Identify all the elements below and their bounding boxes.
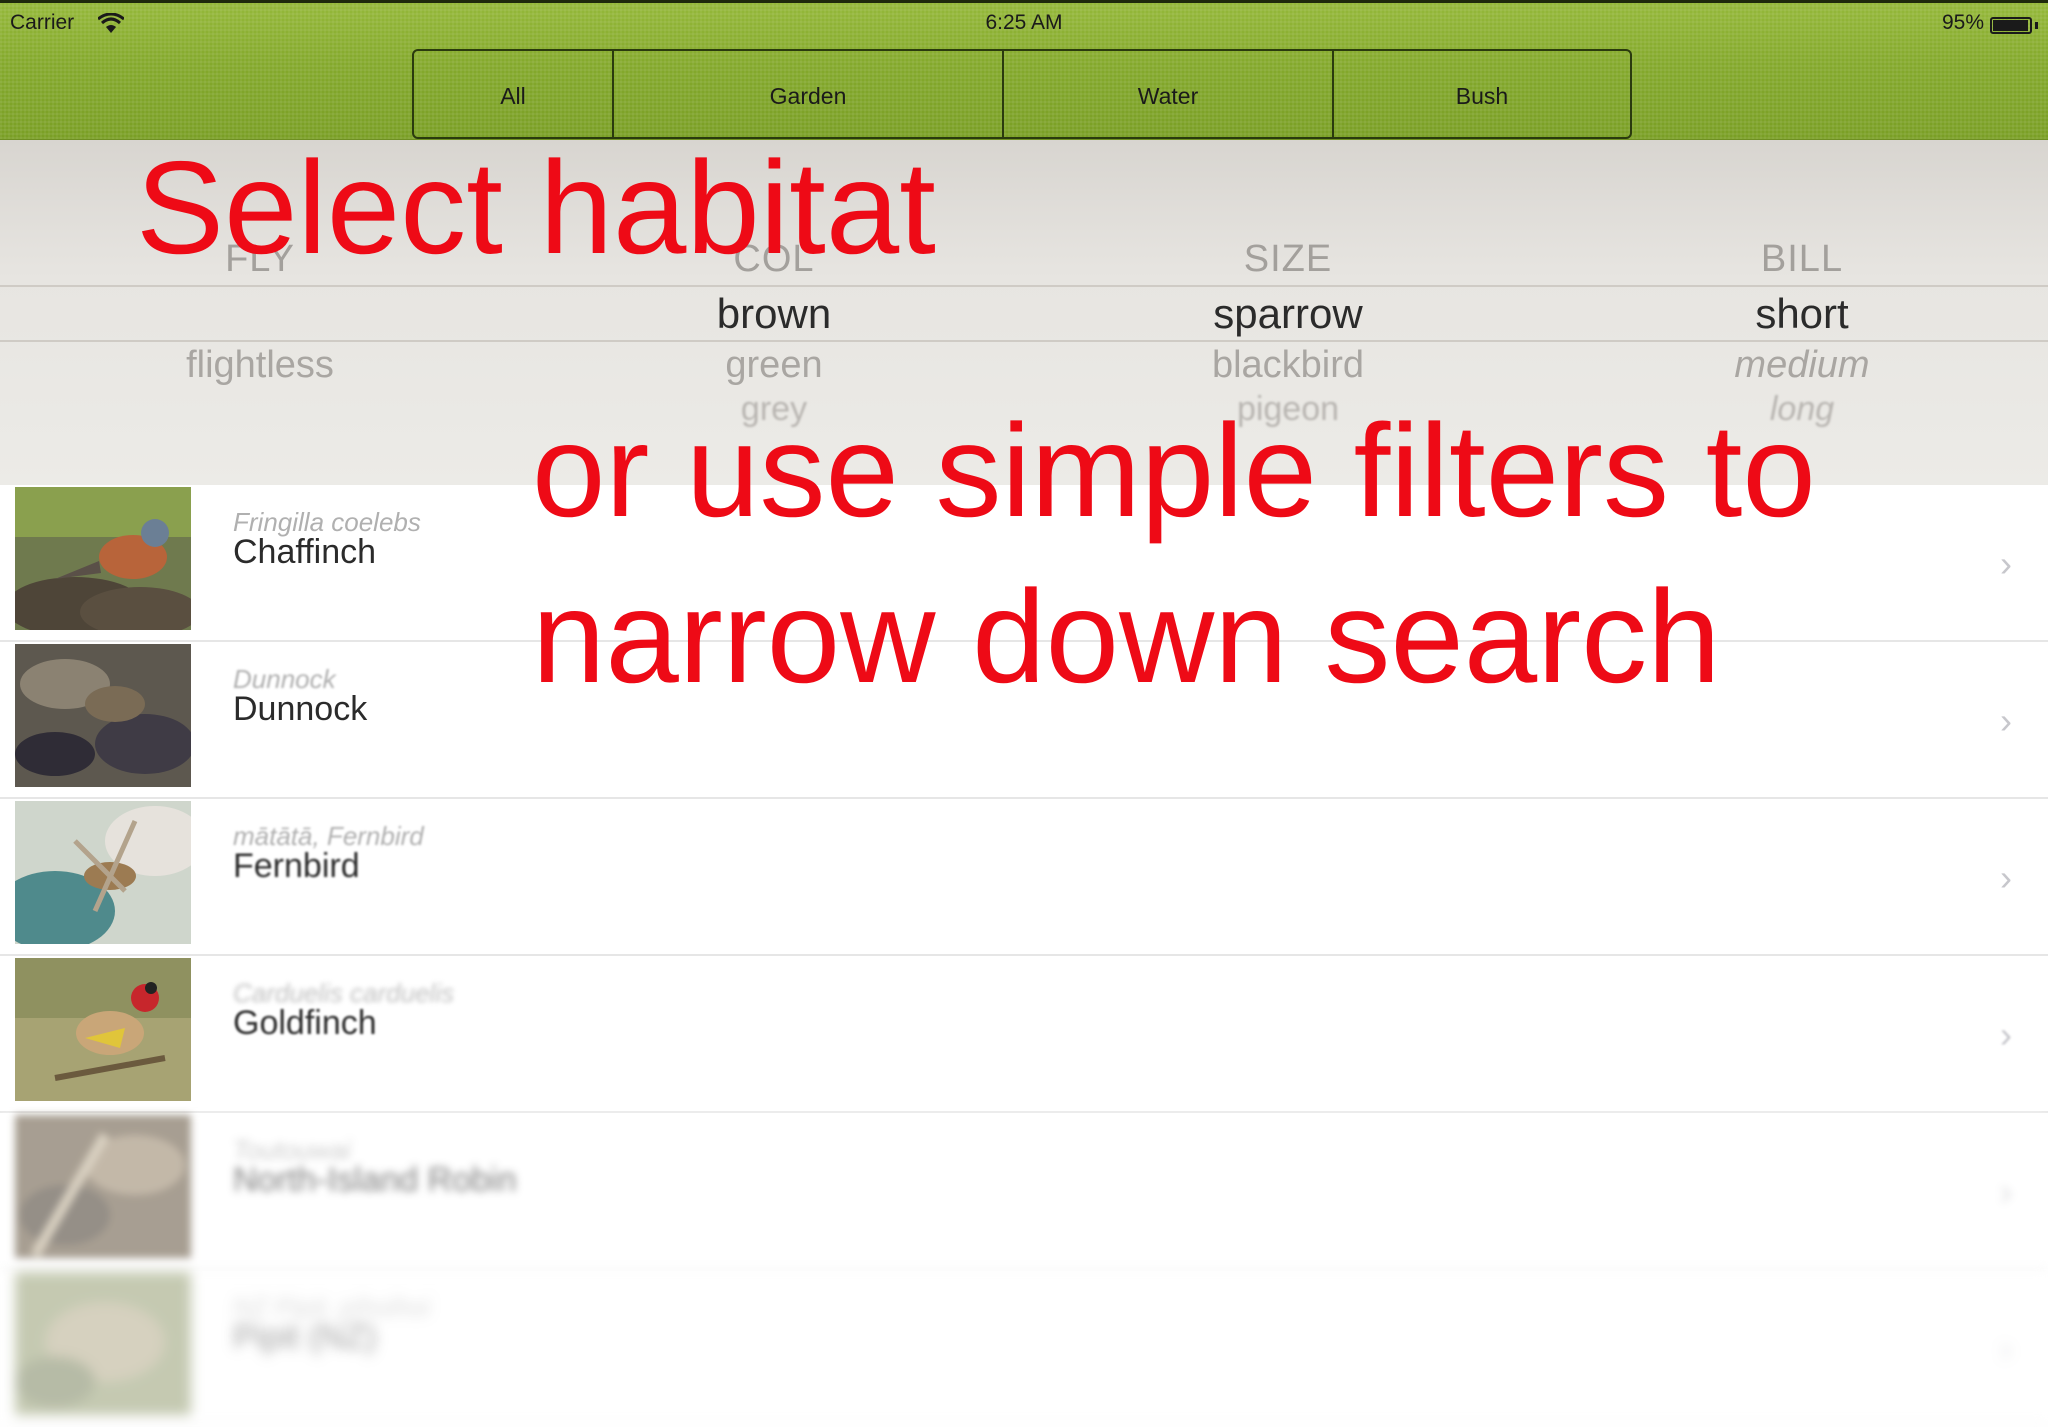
bird-common-name: Dunnock xyxy=(233,690,368,728)
filter-header-bill: BILL xyxy=(1760,238,1844,280)
list-item[interactable]: Carduelis carduelis Goldfinch › xyxy=(0,956,2048,1113)
chevron-right-icon: › xyxy=(2000,1328,2012,1369)
tab-all[interactable]: All xyxy=(414,51,614,137)
bird-common-name: Chaffinch xyxy=(233,533,377,571)
filter-option[interactable]: blackbird xyxy=(1088,344,1488,387)
bird-thumbnail xyxy=(15,801,191,944)
clock-label: 6:25 AM xyxy=(985,11,1063,34)
bird-common-name: Fernbird xyxy=(233,847,360,885)
list-item[interactable]: NZ Pipit, pihoihoi Pipit (NZ) › xyxy=(0,1270,2048,1427)
chevron-right-icon: › xyxy=(2000,1171,2012,1212)
overlay-caption-line: or use simple filters to xyxy=(532,397,1816,544)
overlay-caption-line: narrow down search xyxy=(532,563,1721,710)
filter-header-size: SIZE xyxy=(1243,238,1333,280)
filter-option[interactable]: flightless xyxy=(60,344,460,387)
list-item[interactable]: Toutouwai North-Island Robin › xyxy=(0,1113,2048,1270)
bird-common-name: North-Island Robin xyxy=(233,1161,517,1199)
overlay-caption-filters: or use simple filters to narrow down sea… xyxy=(532,388,1816,720)
bird-thumbnail xyxy=(15,958,191,1101)
filter-option[interactable]: medium xyxy=(1602,344,2002,387)
bird-common-name: Pipit (NZ) xyxy=(233,1318,377,1356)
tab-garden[interactable]: Garden xyxy=(614,51,1004,137)
filter-selected-bill[interactable]: short xyxy=(1602,290,2002,338)
overlay-caption-habitat: Select habitat xyxy=(136,134,936,281)
bird-thumbnail xyxy=(15,1115,191,1258)
picker-selection-line-top xyxy=(0,285,2048,287)
chevron-right-icon: › xyxy=(2000,700,2012,741)
bird-thumbnail xyxy=(15,644,191,787)
tab-water[interactable]: Water xyxy=(1004,51,1334,137)
chevron-right-icon: › xyxy=(2000,543,2012,584)
battery-icon xyxy=(1990,17,2032,34)
filter-selected-size[interactable]: sparrow xyxy=(1088,290,1488,338)
tab-bush[interactable]: Bush xyxy=(1334,51,1630,137)
filter-option[interactable]: green xyxy=(574,344,974,387)
chevron-right-icon: › xyxy=(2000,857,2012,898)
habitat-segmented-control: All Garden Water Bush xyxy=(412,49,1632,139)
battery-tip xyxy=(2035,22,2038,29)
navigation-header: Carrier 6:25 AM 95% All Garden Water Bus… xyxy=(0,0,2048,140)
filter-selected-colour[interactable]: brown xyxy=(574,290,974,338)
bird-thumbnail xyxy=(15,1272,191,1415)
bird-common-name: Goldfinch xyxy=(233,1004,377,1042)
list-item[interactable]: mātātā, Fernbird Fernbird › xyxy=(0,799,2048,956)
bird-thumbnail xyxy=(15,487,191,630)
picker-selection-line-bottom xyxy=(0,340,2048,342)
chevron-right-icon: › xyxy=(2000,1014,2012,1055)
battery-percentage: 95% xyxy=(1941,11,1984,34)
